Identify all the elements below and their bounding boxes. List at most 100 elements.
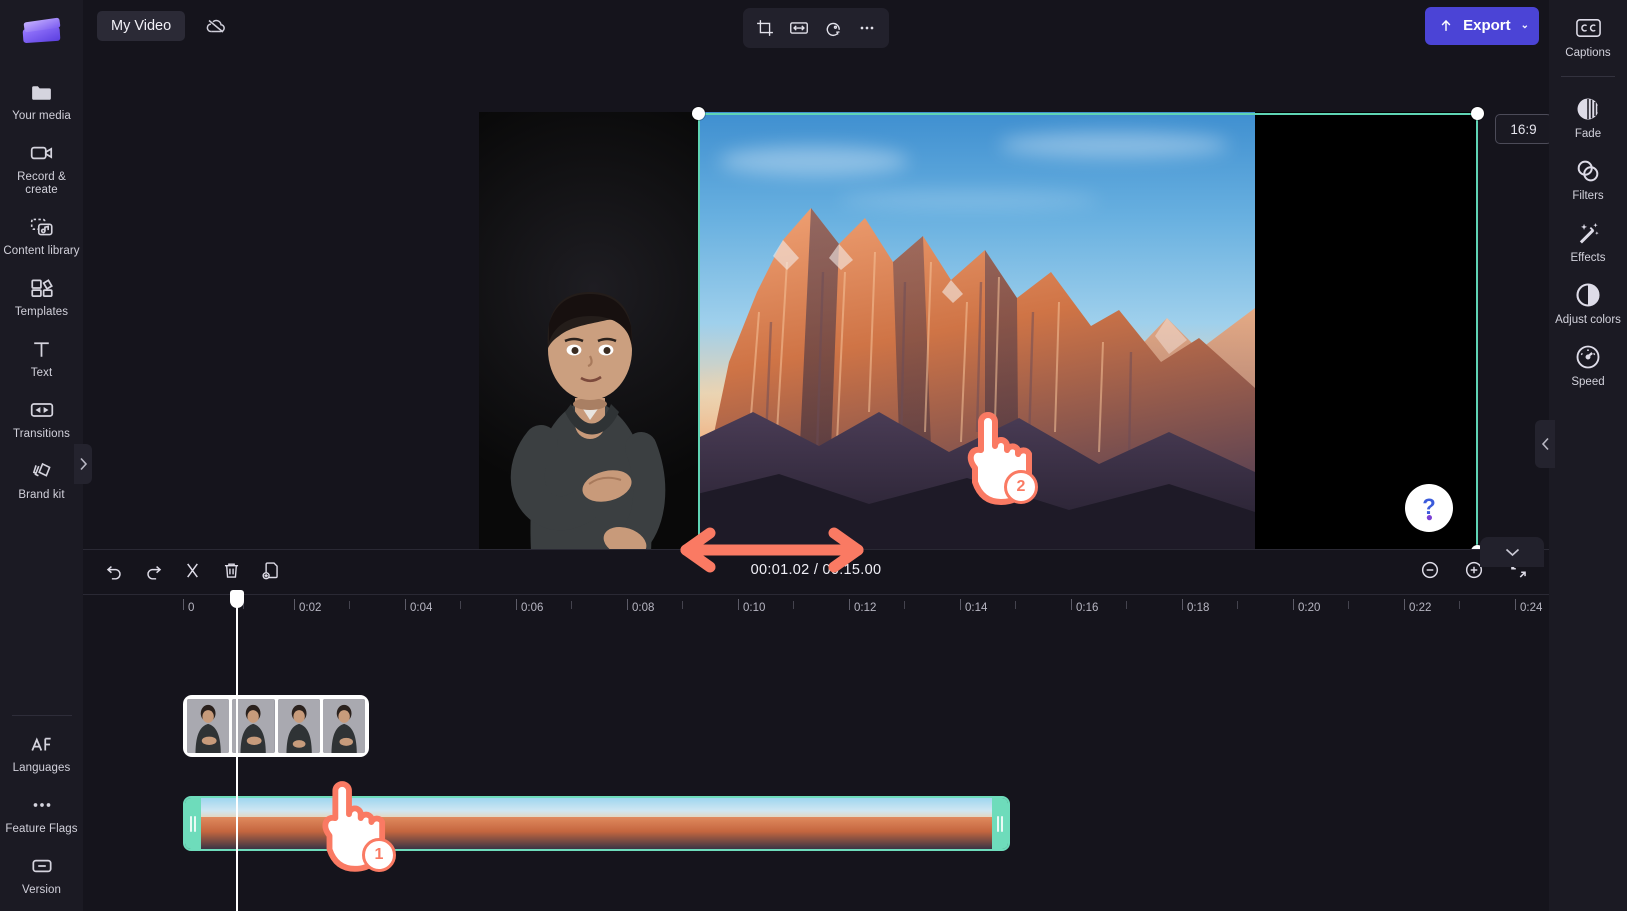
sidebar-item-effects[interactable]: Effects bbox=[1549, 211, 1627, 273]
clip-thumbnail bbox=[879, 798, 936, 849]
sidebar-item-transitions[interactable]: Transitions bbox=[0, 388, 83, 449]
text-icon bbox=[29, 336, 55, 362]
effects-wand-icon bbox=[1574, 219, 1602, 247]
sidebar-item-label: Text bbox=[30, 367, 53, 379]
transitions-icon bbox=[29, 397, 55, 423]
more-tools-button[interactable] bbox=[851, 12, 883, 44]
sidebar-item-version[interactable]: Version bbox=[0, 844, 83, 905]
chevron-right-icon bbox=[79, 457, 87, 471]
sidebar-item-adjust-colors[interactable]: Adjust colors bbox=[1549, 273, 1627, 335]
playhead[interactable] bbox=[230, 590, 244, 911]
undo-button[interactable] bbox=[99, 555, 129, 585]
clip-thumbnail bbox=[201, 798, 258, 849]
sidebar-item-label: Captions bbox=[1565, 47, 1611, 59]
left-sidebar-items: Your media Record & create Content libra… bbox=[0, 70, 83, 510]
avatar-figure bbox=[510, 292, 666, 558]
selection-handle-top-left[interactable] bbox=[692, 107, 705, 120]
chevron-down-icon bbox=[1505, 548, 1519, 556]
filters-icon bbox=[1574, 157, 1602, 185]
left-sidebar-collapse-button[interactable] bbox=[74, 444, 92, 484]
duplicate-button[interactable] bbox=[255, 555, 285, 585]
panel-collapse-pill[interactable] bbox=[1480, 537, 1544, 567]
sidebar-item-label: Effects bbox=[1570, 252, 1606, 264]
timeline-toolbar: 00:01.02 / 00:15.00 bbox=[83, 550, 1549, 590]
fit-tool-button[interactable] bbox=[783, 12, 815, 44]
fade-icon bbox=[1574, 95, 1602, 123]
sidebar-item-content-library[interactable]: Content library bbox=[0, 205, 83, 266]
playhead-handle[interactable] bbox=[230, 590, 244, 608]
project-title[interactable]: My Video bbox=[97, 10, 186, 41]
upload-icon bbox=[1441, 19, 1451, 31]
sidebar-item-text[interactable]: Text bbox=[0, 327, 83, 388]
ruler-label: 0:08 bbox=[632, 602, 655, 614]
video-camera-icon bbox=[29, 140, 55, 166]
export-label: Export bbox=[1463, 17, 1511, 34]
redo-button[interactable] bbox=[138, 555, 168, 585]
sidebar-item-label: Your media bbox=[12, 110, 71, 122]
help-button[interactable]: ? bbox=[1405, 484, 1453, 532]
clip-trim-handle-right[interactable] bbox=[992, 798, 1008, 849]
question-mark-icon: ? bbox=[1422, 494, 1436, 521]
templates-icon bbox=[29, 275, 55, 301]
sidebar-item-fade[interactable]: Fade bbox=[1549, 87, 1627, 149]
content-library-icon bbox=[29, 214, 55, 240]
sidebar-item-speed[interactable]: Speed bbox=[1549, 335, 1627, 397]
timeline-ruler[interactable]: 0 0:02 0:04 0:06 0:08 0:10 0:12 0:14 0:1… bbox=[83, 594, 1549, 622]
ruler-label: 0:24 bbox=[1520, 602, 1543, 614]
sidebar-item-record-create[interactable]: Record & create bbox=[0, 131, 83, 205]
sidebar-item-filters[interactable]: Filters bbox=[1549, 149, 1627, 211]
sidebar-item-brand-kit[interactable]: Brand kit bbox=[0, 449, 83, 510]
cloud-sync-status-button[interactable] bbox=[199, 11, 233, 41]
sidebar-item-languages[interactable]: Languages bbox=[0, 722, 83, 783]
delete-button[interactable] bbox=[216, 555, 246, 585]
sidebar-item-label: Filters bbox=[1572, 190, 1604, 202]
selection-handle-top-right[interactable] bbox=[1471, 107, 1484, 120]
sidebar-item-label: Fade bbox=[1574, 128, 1602, 140]
left-sidebar: Your media Record & create Content libra… bbox=[0, 0, 92, 911]
sidebar-item-templates[interactable]: Templates bbox=[0, 266, 83, 327]
sidebar-item-feature-flags[interactable]: Feature Flags bbox=[0, 783, 83, 844]
right-sidebar-collapse-button[interactable] bbox=[1535, 420, 1555, 468]
step-1-badge: 1 bbox=[362, 838, 396, 872]
clip-thumbnail bbox=[322, 699, 365, 753]
rotate-icon bbox=[826, 22, 840, 36]
export-button[interactable]: Export ⌄ bbox=[1425, 6, 1539, 45]
step-2-badge: 2 bbox=[1004, 470, 1038, 504]
sidebar-item-captions[interactable]: Captions bbox=[1549, 6, 1627, 68]
sidebar-item-your-media[interactable]: Your media bbox=[0, 70, 83, 131]
clip-thumbnail bbox=[483, 798, 540, 849]
cloud-off-icon bbox=[206, 19, 226, 33]
trash-icon bbox=[224, 563, 238, 578]
mountain-video-clip[interactable] bbox=[183, 796, 1010, 851]
duplicate-icon bbox=[261, 561, 278, 579]
timeline-panel: 00:01.02 / 00:15.00 0 0:02 0:04 0:06 0:0… bbox=[83, 549, 1549, 911]
more-dots-icon bbox=[29, 792, 55, 818]
crop-tool-button[interactable] bbox=[749, 12, 781, 44]
avatar-clip[interactable] bbox=[183, 695, 369, 757]
sidebar-item-label: Version bbox=[21, 884, 62, 896]
split-button[interactable] bbox=[177, 555, 207, 585]
zoom-out-button[interactable] bbox=[1415, 555, 1445, 585]
sidebar-item-label: Brand kit bbox=[18, 489, 65, 501]
clip-thumbnail bbox=[596, 798, 653, 849]
version-icon bbox=[29, 853, 55, 879]
clipchamp-logo-icon[interactable] bbox=[19, 8, 65, 54]
preview-area: 16:9 bbox=[83, 51, 1552, 585]
rotate-tool-button[interactable] bbox=[817, 12, 849, 44]
aspect-ratio-badge[interactable]: 16:9 bbox=[1495, 114, 1552, 144]
zoom-out-icon bbox=[1421, 561, 1439, 579]
clip-thumbnail bbox=[709, 798, 766, 849]
top-header: My Video Export ⌄ bbox=[83, 0, 1549, 51]
clip-thumbnail bbox=[257, 798, 314, 849]
main-area: My Video Export ⌄ 16:9 00:01.02 / 00:15.… bbox=[83, 0, 1552, 911]
clip-thumbnail bbox=[935, 798, 992, 849]
ruler-label: 0:20 bbox=[1298, 602, 1321, 614]
undo-icon bbox=[106, 565, 121, 580]
closed-caption-icon bbox=[1574, 14, 1602, 42]
clip-trim-handle-left[interactable] bbox=[185, 798, 201, 849]
sidebar-item-label: Adjust colors bbox=[1555, 314, 1621, 326]
sidebar-item-label: Content library bbox=[3, 245, 80, 257]
clip-thumbnail bbox=[540, 798, 597, 849]
timeline-tracks[interactable] bbox=[83, 590, 1549, 911]
sidebar-item-label: Languages bbox=[12, 762, 71, 774]
